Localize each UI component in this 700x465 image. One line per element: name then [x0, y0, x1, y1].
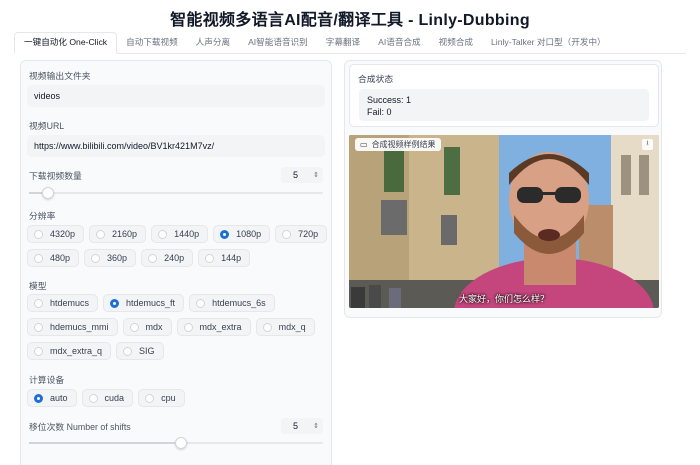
model-row-3: mdx_extra_q SIG [27, 342, 164, 360]
tab-bar: 一键自动化 One-Click 自动下载视频 人声分离 AI智能语音识别 字幕翻… [14, 32, 686, 54]
video-url-label: 视频URL [29, 121, 65, 131]
resolution-label: 分辨率 [29, 211, 56, 221]
radio-icon [282, 229, 292, 239]
model-option[interactable]: hdemucs_mmi [27, 318, 118, 336]
download-count-input[interactable]: 5 ⇕ [281, 167, 323, 183]
device-option[interactable]: cuda [81, 389, 134, 407]
tab-linly-talker[interactable]: Linly-Talker 对口型（开发中） [482, 33, 615, 53]
model-option-selected[interactable]: htdemucs_ft [103, 294, 185, 312]
status-label: 合成状态 [358, 74, 394, 84]
radio-icon [123, 346, 133, 356]
radio-selected-icon [34, 393, 43, 403]
resolution-option-selected[interactable]: 1080p [213, 225, 271, 243]
radio-icon [183, 322, 193, 332]
video-url-input[interactable]: https://www.bilibili.com/video/BV1kr421M… [27, 135, 325, 157]
radio-icon [148, 253, 158, 263]
status-card: 合成状态 Success: 1 Fail: 0 [349, 64, 659, 127]
radio-selected-icon [110, 298, 120, 308]
video-subtitle: 大家好，你们怎么样？ [459, 294, 550, 304]
device-row: auto cuda cpu [27, 389, 185, 407]
download-count-value: 5 [293, 170, 299, 180]
model-row-1: htdemucs htdemucs_ft htdemucs_6s [27, 294, 275, 312]
download-count-label: 下载视频数量 [29, 171, 82, 181]
resolution-option[interactable]: 4320p [27, 225, 85, 243]
device-label: 计算设备 [29, 375, 65, 385]
resolution-row-1: 4320p 2160p 1440p 1080p 720p [27, 225, 328, 243]
app-title: 智能视频多语言AI配音/翻译工具 - Linly-Dubbing [170, 12, 530, 29]
radio-icon [96, 229, 106, 239]
download-icon[interactable]: ⭳ [642, 139, 653, 150]
slider-fill [29, 442, 179, 444]
radio-selected-icon [220, 229, 230, 239]
resolution-option[interactable]: 480p [27, 249, 80, 267]
resolution-option[interactable]: 144p [198, 249, 251, 267]
radio-icon [129, 322, 139, 332]
shifts-value: 5 [293, 421, 299, 431]
radio-icon [34, 229, 43, 239]
video-camera-icon: ▭ [360, 140, 368, 149]
result-panel: 合成状态 Success: 1 Fail: 0 ▭ 合成视频样例结果 ⭳ 大家好… [344, 60, 662, 318]
radio-icon [34, 253, 43, 263]
radio-icon [205, 253, 215, 263]
tab-auto-download[interactable]: 自动下载视频 [117, 33, 187, 53]
number-spinner-icon[interactable]: ⇕ [313, 172, 319, 179]
shifts-slider[interactable] [29, 437, 323, 449]
radio-icon [88, 393, 98, 403]
model-option[interactable]: htdemucs [27, 294, 99, 312]
resolution-option[interactable]: 240p [141, 249, 194, 267]
resolution-option[interactable]: 720p [275, 225, 328, 243]
model-option[interactable]: mdx [122, 318, 172, 336]
status-success: Success: 1 [367, 95, 412, 105]
settings-panel: 视频输出文件夹 videos 视频URL https://www.bilibil… [20, 60, 332, 465]
status-output: Success: 1 Fail: 0 [359, 89, 649, 121]
model-option[interactable]: mdx_extra [176, 318, 251, 336]
radio-icon [262, 322, 272, 332]
resolution-option[interactable]: 360p [84, 249, 137, 267]
resolution-option[interactable]: 2160p [89, 225, 147, 243]
video-frame [349, 135, 659, 308]
model-option[interactable]: mdx_extra_q [27, 342, 112, 360]
tab-one-click[interactable]: 一键自动化 One-Click [14, 32, 118, 54]
slider-handle[interactable] [42, 187, 54, 199]
number-spinner-icon[interactable]: ⇕ [313, 423, 319, 430]
radio-icon [91, 253, 101, 263]
model-option[interactable]: htdemucs_6s [189, 294, 275, 312]
model-row-2: hdemucs_mmi mdx mdx_extra mdx_q [27, 318, 315, 336]
radio-icon [196, 298, 206, 308]
tab-vocal-separation[interactable]: 人声分离 [187, 33, 239, 53]
shifts-input[interactable]: 5 ⇕ [281, 418, 323, 434]
tab-video-synthesis[interactable]: 视频合成 [430, 33, 482, 53]
model-option[interactable]: SIG [116, 342, 164, 360]
radio-icon [34, 322, 43, 332]
radio-icon [145, 393, 155, 403]
shifts-label: 移位次数 Number of shifts [29, 422, 131, 432]
device-option-selected[interactable]: auto [27, 389, 77, 407]
status-fail: Fail: 0 [367, 107, 392, 117]
resolution-option[interactable]: 1440p [151, 225, 209, 243]
video-label: ▭ 合成视频样例结果 [355, 138, 441, 151]
tab-speech-synthesis[interactable]: AI语音合成 [369, 33, 430, 53]
resolution-row-2: 480p 360p 240p 144p [27, 249, 251, 267]
model-option[interactable]: mdx_q [255, 318, 315, 336]
model-label: 模型 [29, 281, 47, 291]
radio-icon [158, 229, 168, 239]
video-player[interactable]: ▭ 合成视频样例结果 ⭳ 大家好，你们怎么样？ [349, 135, 659, 308]
output-folder-input[interactable]: videos [27, 85, 325, 107]
output-folder-label: 视频输出文件夹 [29, 71, 91, 81]
slider-handle[interactable] [175, 437, 187, 449]
radio-icon [34, 298, 43, 308]
download-count-slider[interactable] [29, 187, 323, 199]
device-option[interactable]: cpu [138, 389, 185, 407]
radio-icon [34, 346, 43, 356]
tab-subtitle-translation[interactable]: 字幕翻译 [317, 33, 369, 53]
tab-speech-recognition[interactable]: AI智能语音识别 [239, 33, 317, 53]
